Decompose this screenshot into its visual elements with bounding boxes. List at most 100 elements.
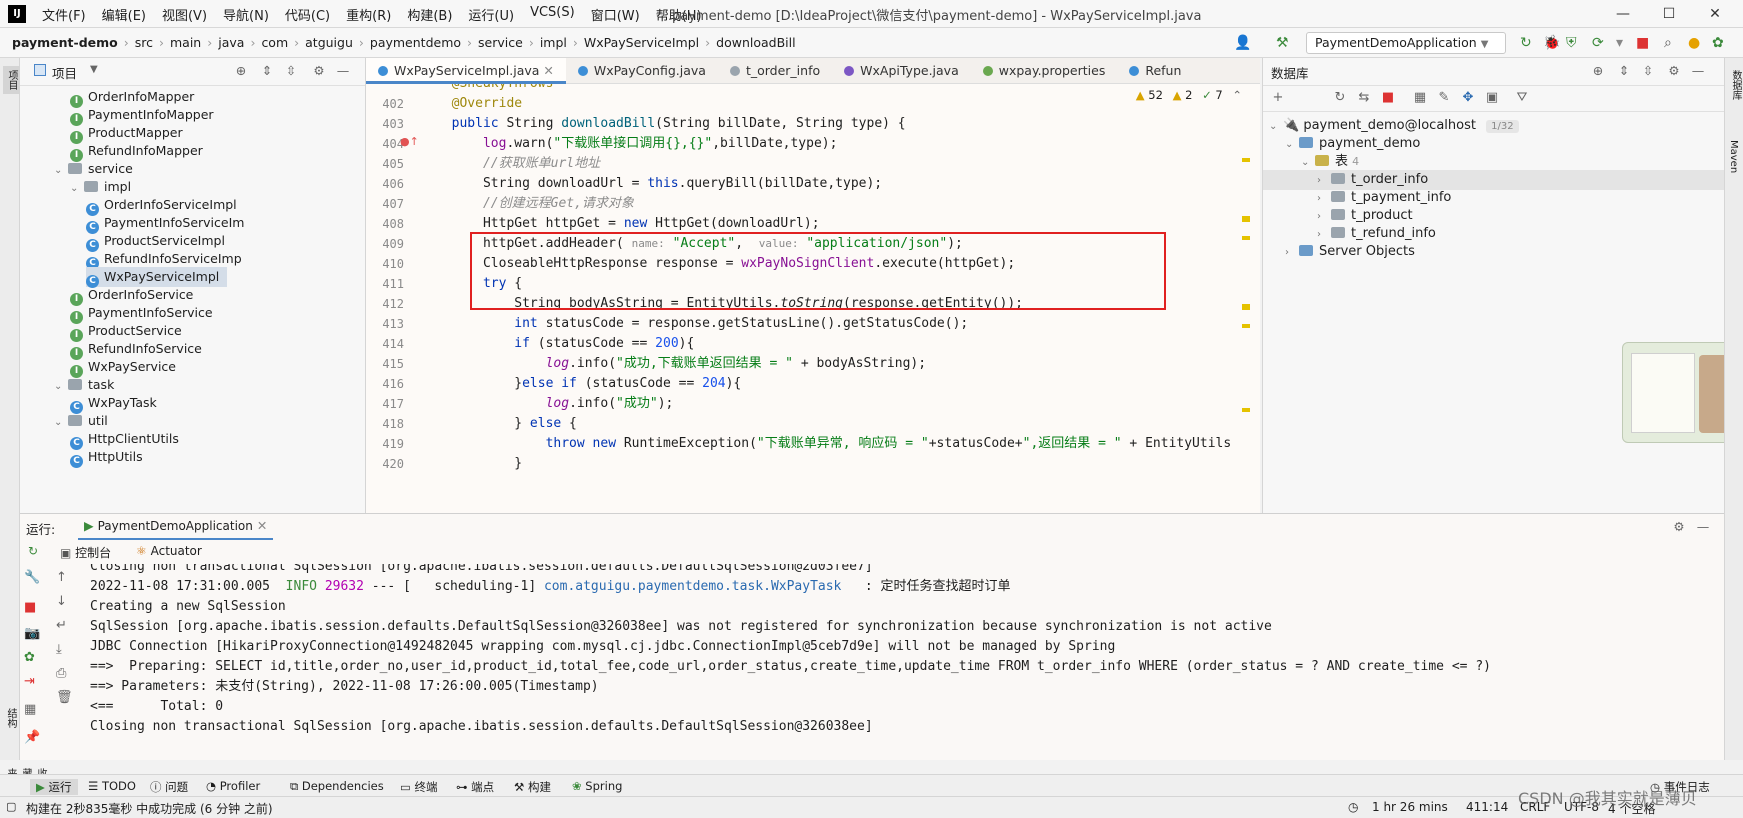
maven-tool-tab[interactable]: Maven bbox=[1728, 140, 1739, 173]
db-table-node[interactable]: › t_refund_info bbox=[1317, 224, 1436, 244]
editor-tab[interactable]: WxPayConfig.java bbox=[566, 58, 718, 84]
db-table-node[interactable]: › t_order_info bbox=[1317, 170, 1428, 190]
breadcrumb-item[interactable]: payment-demo bbox=[12, 35, 118, 50]
sync-icon[interactable]: ⇆ bbox=[1357, 90, 1371, 105]
expand-all-icon[interactable]: ⇕ bbox=[260, 63, 274, 78]
editor-tab[interactable]: WxPayServiceImpl.java ✕ bbox=[366, 58, 566, 84]
menu-edit[interactable]: 编辑(E) bbox=[94, 5, 154, 24]
plugin-icon[interactable]: ✿ bbox=[1712, 35, 1724, 51]
tree-folder[interactable]: ⌄ task bbox=[54, 375, 114, 395]
hammer-icon[interactable]: ⚒ bbox=[1276, 35, 1289, 51]
menu-window[interactable]: 窗口(W) bbox=[583, 5, 648, 24]
search-icon[interactable]: ⌕ bbox=[1664, 35, 1672, 51]
gear-icon[interactable]: ⚙ bbox=[1667, 63, 1681, 78]
breadcrumb-item[interactable]: paymentdemo bbox=[370, 35, 461, 50]
tool-endpoints[interactable]: ⊶ 端点 bbox=[456, 779, 494, 795]
tool-spring[interactable]: ❀ Spring bbox=[572, 779, 622, 793]
override-gutter-icon[interactable]: ●↑ bbox=[400, 135, 419, 148]
arrow-up-icon[interactable]: ↑ bbox=[56, 570, 67, 585]
console-tab[interactable]: ▣ 控制台 bbox=[60, 544, 111, 561]
db-connection-node[interactable]: ⌄ 🔌 payment_demo@localhost 1/32 bbox=[1269, 116, 1519, 136]
tree-item[interactable]: I ProductService bbox=[70, 321, 182, 342]
tree-item[interactable]: I ProductMapper bbox=[70, 123, 183, 144]
tree-item[interactable]: I PaymentInfoService bbox=[70, 303, 213, 324]
breadcrumb-item[interactable]: impl bbox=[540, 35, 567, 50]
user-icon[interactable]: 👤 bbox=[1234, 35, 1251, 51]
table-icon[interactable]: ▦ bbox=[1413, 90, 1427, 105]
gear-icon[interactable]: ⚙ bbox=[312, 63, 326, 78]
status-toggle-icon[interactable]: ▢ bbox=[6, 800, 16, 813]
editor-tab[interactable]: WxApiType.java bbox=[832, 58, 971, 84]
layout-icon[interactable]: ▦ bbox=[24, 702, 36, 717]
menu-view[interactable]: 视图(V) bbox=[154, 5, 215, 24]
tree-item[interactable]: I RefundInfoMapper bbox=[70, 141, 203, 162]
chevron-down-icon[interactable]: ▼ bbox=[90, 64, 98, 75]
database-tool-tab[interactable]: 数据库 bbox=[1728, 70, 1743, 100]
tool-problems[interactable]: ⓘ 问题 bbox=[150, 779, 188, 795]
tree-item[interactable]: I OrderInfoMapper bbox=[70, 87, 194, 108]
status-message[interactable]: 构建在 2秒835毫秒 中成功完成 (6 分钟 之前) bbox=[26, 800, 273, 817]
tree-item[interactable]: C PaymentInfoServiceIm bbox=[86, 213, 244, 234]
camera-icon[interactable]: 📷 bbox=[24, 626, 40, 641]
actuator-tab[interactable]: ⚛ Actuator bbox=[136, 544, 202, 558]
tree-item[interactable]: C HttpClientUtils bbox=[70, 429, 179, 450]
tree-folder[interactable]: ⌄ impl bbox=[70, 177, 131, 197]
breadcrumb-item[interactable]: main bbox=[170, 35, 201, 50]
console-icon[interactable]: ▣ bbox=[1485, 90, 1499, 105]
debug-icon[interactable]: ✿ bbox=[24, 650, 35, 665]
run-config-select[interactable]: PaymentDemoApplication ▼ bbox=[1306, 32, 1506, 54]
editor-tab[interactable]: Refun bbox=[1117, 58, 1193, 84]
rerun-icon[interactable]: ↻ bbox=[1520, 35, 1532, 51]
server-objects-node[interactable]: › Server Objects bbox=[1285, 242, 1415, 262]
menu-build[interactable]: 构建(B) bbox=[399, 5, 460, 24]
pin-icon[interactable]: 📌 bbox=[24, 730, 40, 745]
tree-item[interactable]: I PaymentInfoMapper bbox=[70, 105, 214, 126]
menu-run[interactable]: 运行(U) bbox=[460, 5, 522, 24]
tree-folder[interactable]: ⌄ service bbox=[54, 159, 133, 179]
run-tab-app[interactable]: ▶ PaymentDemoApplication ✕ bbox=[78, 518, 274, 540]
db-tables-node[interactable]: ⌄ 表 4 bbox=[1301, 152, 1359, 172]
tool-profiler[interactable]: ◔ Profiler bbox=[206, 779, 260, 793]
structure-tool-tab[interactable]: 结构 bbox=[3, 708, 18, 728]
tree-folder[interactable]: ⌄ util bbox=[54, 411, 108, 431]
tool-dependencies[interactable]: ⧉ Dependencies bbox=[290, 779, 384, 794]
chevron-down-icon[interactable]: ⌄ bbox=[54, 161, 68, 181]
scroll-end-icon[interactable]: ⤓ bbox=[56, 642, 62, 657]
locate-icon[interactable]: ⊕ bbox=[1591, 63, 1605, 78]
gear-icon[interactable]: ⚙ bbox=[1672, 519, 1686, 534]
db-schema-node[interactable]: ⌄ payment_demo bbox=[1285, 134, 1420, 154]
hide-icon[interactable]: — bbox=[1696, 519, 1710, 534]
debug-icon[interactable]: 🐞 bbox=[1543, 35, 1560, 51]
tree-item[interactable]: C HttpUtils bbox=[70, 447, 143, 468]
arrow-down-icon[interactable]: ↓ bbox=[56, 594, 67, 609]
profiler-icon[interactable]: ⟳ bbox=[1592, 35, 1604, 51]
tool-terminal[interactable]: ▭ 终端 bbox=[400, 779, 438, 795]
tree-item[interactable]: C WxPayServiceImpl bbox=[86, 267, 228, 288]
more-run-icon[interactable]: ▾ bbox=[1616, 35, 1623, 51]
menu-file[interactable]: 文件(F) bbox=[34, 5, 94, 24]
hide-icon[interactable]: — bbox=[1691, 63, 1705, 78]
exit-icon[interactable]: ⇥ bbox=[24, 674, 35, 689]
breadcrumb-item[interactable]: downloadBill bbox=[716, 35, 795, 50]
tool-run[interactable]: ▶ 运行 bbox=[30, 779, 78, 795]
collapse-all-icon[interactable]: ⇳ bbox=[1641, 63, 1655, 78]
close-icon[interactable]: ✕ bbox=[539, 63, 553, 78]
tool-build[interactable]: ⚒ 构建 bbox=[514, 779, 551, 795]
chevron-down-icon[interactable]: ⌄ bbox=[54, 413, 68, 433]
collapse-all-icon[interactable]: ⇳ bbox=[284, 63, 298, 78]
minimize-icon[interactable]: — bbox=[1600, 2, 1646, 26]
caret-position[interactable]: 411:14 bbox=[1466, 800, 1508, 814]
menu-refactor[interactable]: 重构(R) bbox=[338, 5, 399, 24]
update-icon[interactable]: ● bbox=[1688, 35, 1700, 51]
soft-wrap-icon[interactable]: ↵ bbox=[56, 618, 67, 633]
print-icon[interactable]: ⎙ bbox=[56, 666, 66, 681]
tree-item[interactable]: C ProductServiceImpl bbox=[86, 231, 225, 252]
tool-todo[interactable]: ☰ TODO bbox=[88, 779, 136, 793]
stop-icon[interactable]: ■ bbox=[24, 600, 36, 615]
stop-icon[interactable]: ■ bbox=[1381, 90, 1395, 105]
menu-vcs[interactable]: VCS(S) bbox=[522, 5, 583, 24]
refresh-icon[interactable]: ↻ bbox=[1333, 90, 1347, 105]
stop-icon[interactable]: ■ bbox=[1636, 35, 1649, 51]
inspection-widget[interactable]: ▲ 52 ▲ 2 ✓ 7 ⌃ bbox=[1136, 88, 1242, 102]
jump-icon[interactable]: ✥ bbox=[1461, 90, 1475, 105]
